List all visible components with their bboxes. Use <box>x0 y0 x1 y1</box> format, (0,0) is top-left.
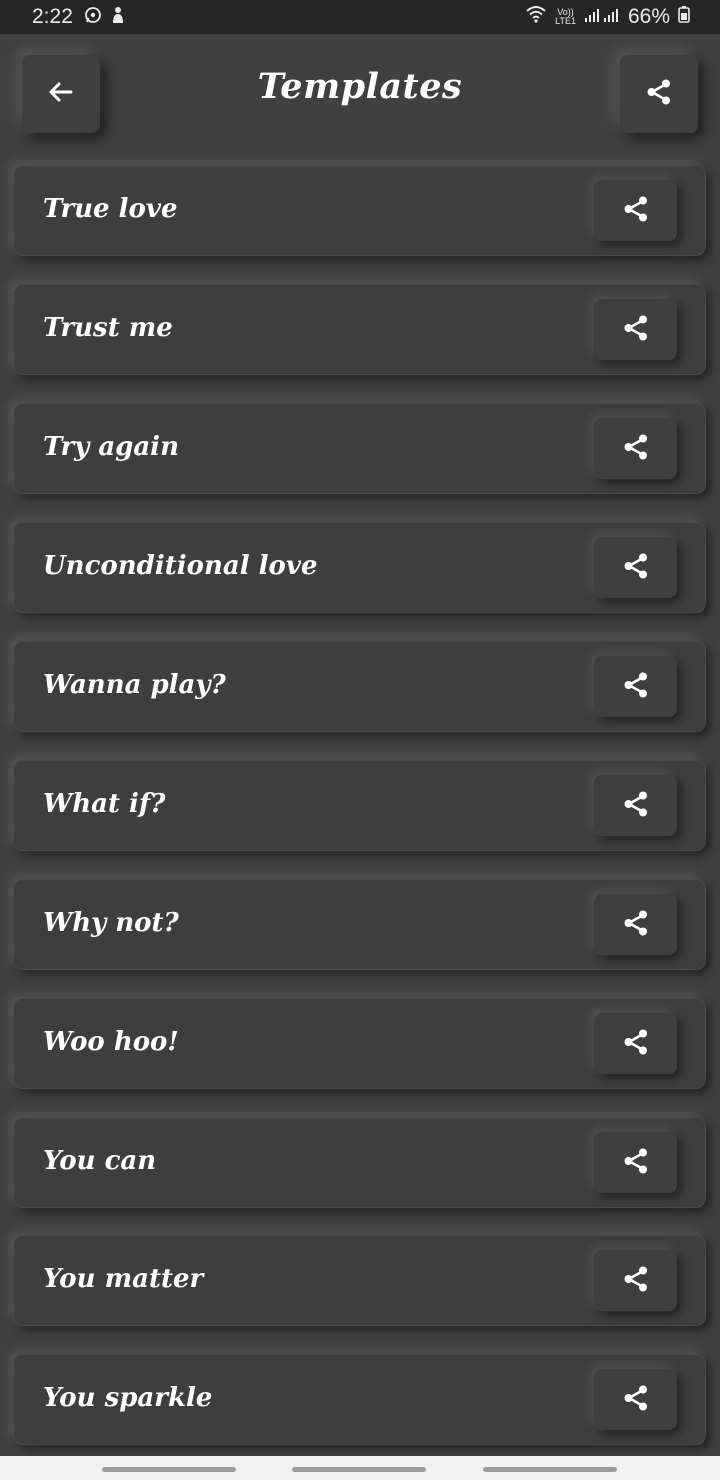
template-share-button[interactable] <box>594 656 677 717</box>
status-time: 2:22 <box>32 5 73 28</box>
template-share-button[interactable] <box>594 537 677 598</box>
share-icon <box>621 1383 651 1417</box>
template-label: What if? <box>43 789 166 819</box>
nav-home-button[interactable] <box>292 1467 426 1472</box>
app-header: Templates <box>0 34 720 154</box>
template-share-button[interactable] <box>594 894 677 955</box>
template-card[interactable]: Unconditional love <box>13 522 706 613</box>
share-icon <box>621 1027 651 1061</box>
template-card[interactable]: You can <box>13 1117 706 1208</box>
share-icon <box>621 551 651 585</box>
status-right-icons: Vo)) LTE1 66% <box>525 5 690 29</box>
template-label: You can <box>43 1146 157 1176</box>
template-card[interactable]: What if? <box>13 760 706 851</box>
share-icon <box>621 1146 651 1180</box>
template-share-button[interactable] <box>594 1132 677 1193</box>
template-label: You matter <box>43 1264 204 1294</box>
template-card[interactable]: Trust me <box>13 284 706 375</box>
template-share-button[interactable] <box>594 775 677 836</box>
battery-percent: 66% <box>627 5 670 28</box>
template-label: Wanna play? <box>43 670 226 700</box>
nav-recents-button[interactable] <box>102 1467 236 1472</box>
signal-icon <box>584 5 620 29</box>
notification-icon <box>110 6 126 30</box>
template-card[interactable]: Woo hoo! <box>13 998 706 1089</box>
template-share-button[interactable] <box>594 1369 677 1430</box>
template-card[interactable]: You sparkle <box>13 1354 706 1445</box>
share-icon <box>621 908 651 942</box>
template-label: You sparkle <box>43 1383 213 1413</box>
page-title: Templates <box>257 66 463 107</box>
share-icon <box>621 194 651 228</box>
nav-back-button[interactable] <box>483 1467 617 1472</box>
template-label: True love <box>43 194 178 224</box>
share-all-button[interactable] <box>620 55 698 133</box>
share-icon <box>621 1264 651 1298</box>
template-card[interactable]: Try again <box>13 403 706 494</box>
template-share-button[interactable] <box>594 180 677 241</box>
template-label: Try again <box>43 432 179 462</box>
template-label: Woo hoo! <box>43 1027 179 1057</box>
template-label: Why not? <box>43 908 179 938</box>
network-lte-label: LTE1 <box>555 16 576 26</box>
status-bar: 2:22 Vo)) LTE1 66% <box>0 0 720 34</box>
whatsapp-icon <box>84 6 102 30</box>
battery-icon <box>678 5 690 29</box>
share-icon <box>621 789 651 823</box>
template-share-button[interactable] <box>594 1013 677 1074</box>
wifi-icon <box>525 5 547 29</box>
template-share-button[interactable] <box>594 1250 677 1311</box>
share-icon <box>621 313 651 347</box>
template-share-button[interactable] <box>594 418 677 479</box>
share-icon <box>621 670 651 704</box>
system-nav-bar <box>0 1456 720 1480</box>
template-card[interactable]: You matter <box>13 1235 706 1326</box>
template-label: Unconditional love <box>43 551 318 581</box>
template-share-button[interactable] <box>594 299 677 360</box>
template-card[interactable]: Wanna play? <box>13 641 706 732</box>
template-label: Trust me <box>43 313 173 343</box>
share-icon <box>621 432 651 466</box>
network-type-label: Vo)) LTE1 <box>555 8 576 26</box>
status-left-icons <box>84 6 126 30</box>
template-card[interactable]: True love <box>13 165 706 256</box>
template-card[interactable]: Why not? <box>13 879 706 970</box>
share-icon <box>644 77 674 111</box>
